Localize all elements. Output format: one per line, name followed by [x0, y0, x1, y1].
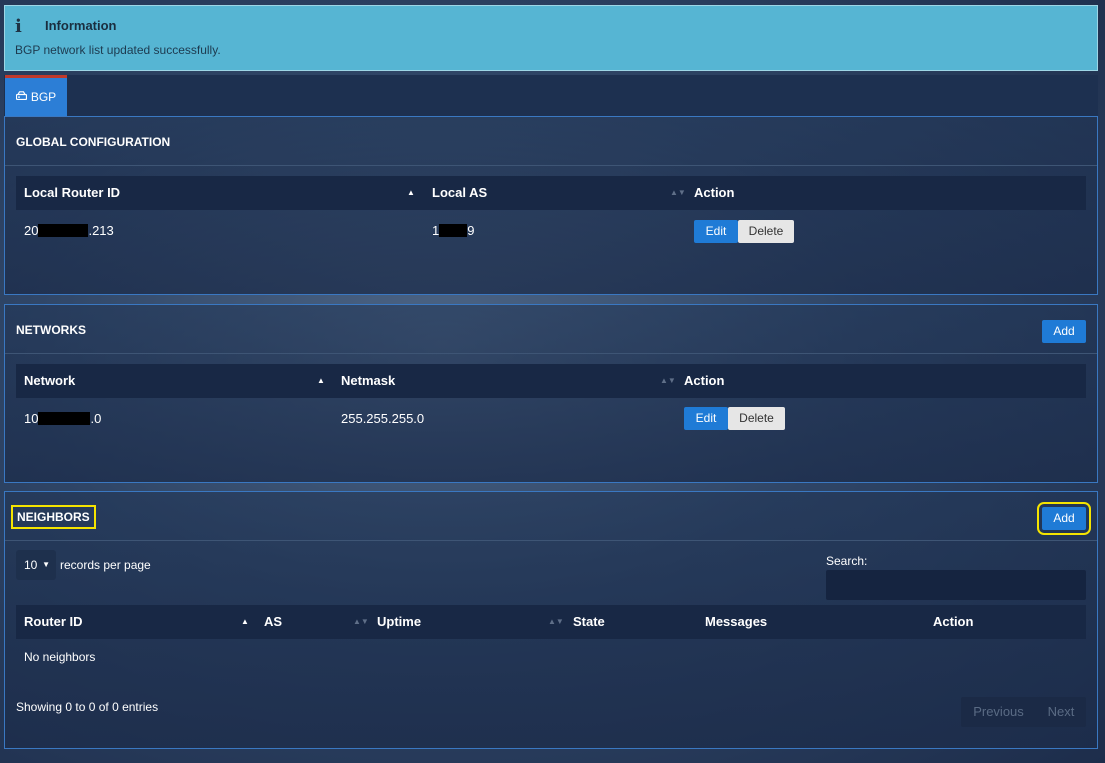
column-header-messages[interactable]: Messages [705, 605, 767, 639]
info-alert: i Information BGP network list updated s… [4, 5, 1098, 71]
records-per-page-label: records per page [60, 558, 151, 572]
redaction-bar [439, 224, 468, 237]
search-input[interactable] [826, 570, 1086, 600]
table-header: Router ID ▲ AS ▲▼ Uptime ▲▼ State Messag… [16, 605, 1086, 639]
column-header-local-router-id[interactable]: Local Router ID [24, 176, 120, 210]
alert-message: BGP network list updated successfully. [15, 43, 221, 57]
panel-title: NEIGHBORS [11, 505, 96, 529]
router-id-visible-prefix: 20 [24, 223, 39, 238]
info-icon: i [15, 16, 22, 37]
redaction-bar [38, 412, 91, 425]
delete-button[interactable]: Delete [738, 220, 794, 243]
netmask-cell: 255.255.255.0 [341, 411, 425, 426]
column-header-action: Action [933, 614, 974, 629]
as-visible-suffix: 9 [467, 223, 475, 238]
sort-asc-icon[interactable]: ▲ [241, 605, 249, 639]
sort-icon[interactable]: ▲▼ [353, 605, 369, 639]
network-visible-suffix: .0 [90, 411, 102, 426]
local-as-cell: 19 [432, 223, 474, 238]
add-neighbor-button[interactable]: Add [1037, 502, 1091, 535]
tab-bar: BGP [4, 75, 1098, 116]
search-label: Search: [826, 554, 868, 568]
next-button[interactable]: Next [1036, 697, 1086, 727]
column-header-as[interactable]: AS [264, 605, 282, 639]
alert-title: Information [45, 18, 117, 33]
network-visible-prefix: 10 [24, 411, 39, 426]
panel-header: NEIGHBORS Add [5, 492, 1097, 541]
tab-bgp[interactable]: BGP [5, 75, 67, 116]
column-header-network[interactable]: Network [24, 364, 75, 398]
table-header: Network ▲ Netmask ▲▼ Action [16, 364, 1086, 398]
page-size-select[interactable]: 10 ▼ [16, 550, 56, 580]
column-header-netmask[interactable]: Netmask [341, 364, 395, 398]
column-header-action: Action [684, 373, 725, 388]
sort-icon[interactable]: ▲▼ [670, 176, 686, 210]
edit-button[interactable]: Edit [694, 220, 738, 243]
panel-header: GLOBAL CONFIGURATION [5, 117, 1097, 166]
table-header: Local Router ID ▲ Local AS ▲▼ Action [16, 176, 1086, 210]
tab-label: BGP [30, 90, 57, 104]
edit-button[interactable]: Edit [684, 407, 728, 430]
column-header-router-id[interactable]: Router ID [24, 605, 83, 639]
column-header-action: Action [694, 185, 735, 200]
panel-title: NETWORKS [16, 323, 86, 337]
empty-table-message: No neighbors [24, 650, 96, 664]
as-visible-prefix: 1 [432, 223, 440, 238]
network-cell: 10.0 [24, 411, 101, 426]
neighbors-panel: NEIGHBORS Add 10 ▼ records per page Sear… [4, 491, 1098, 749]
caret-down-icon: ▼ [42, 560, 50, 569]
add-network-button[interactable]: Add [1042, 320, 1086, 343]
table-info: Showing 0 to 0 of 0 entries [16, 700, 159, 714]
sort-asc-icon[interactable]: ▲ [317, 364, 325, 398]
column-header-local-as[interactable]: Local AS [432, 176, 487, 210]
local-router-id-cell: 20 .213 [24, 223, 114, 238]
previous-button[interactable]: Previous [961, 697, 1036, 727]
delete-button[interactable]: Delete [728, 407, 785, 430]
column-header-uptime[interactable]: Uptime [377, 605, 421, 639]
global-configuration-panel: GLOBAL CONFIGURATION Local Router ID ▲ L… [4, 116, 1098, 295]
sort-icon[interactable]: ▲▼ [548, 605, 564, 639]
panel-title: GLOBAL CONFIGURATION [16, 135, 171, 149]
router-icon [15, 91, 27, 103]
column-header-state[interactable]: State [573, 605, 605, 639]
networks-panel: NETWORKS Add Network ▲ Netmask ▲▼ Action… [4, 304, 1098, 483]
sort-asc-icon[interactable]: ▲ [407, 176, 415, 210]
sort-icon[interactable]: ▲▼ [660, 364, 676, 398]
router-id-visible-suffix: .213 [88, 223, 114, 238]
panel-header: NETWORKS Add [5, 305, 1097, 354]
page-size-value: 10 [24, 558, 38, 572]
redaction-bar [38, 224, 89, 237]
